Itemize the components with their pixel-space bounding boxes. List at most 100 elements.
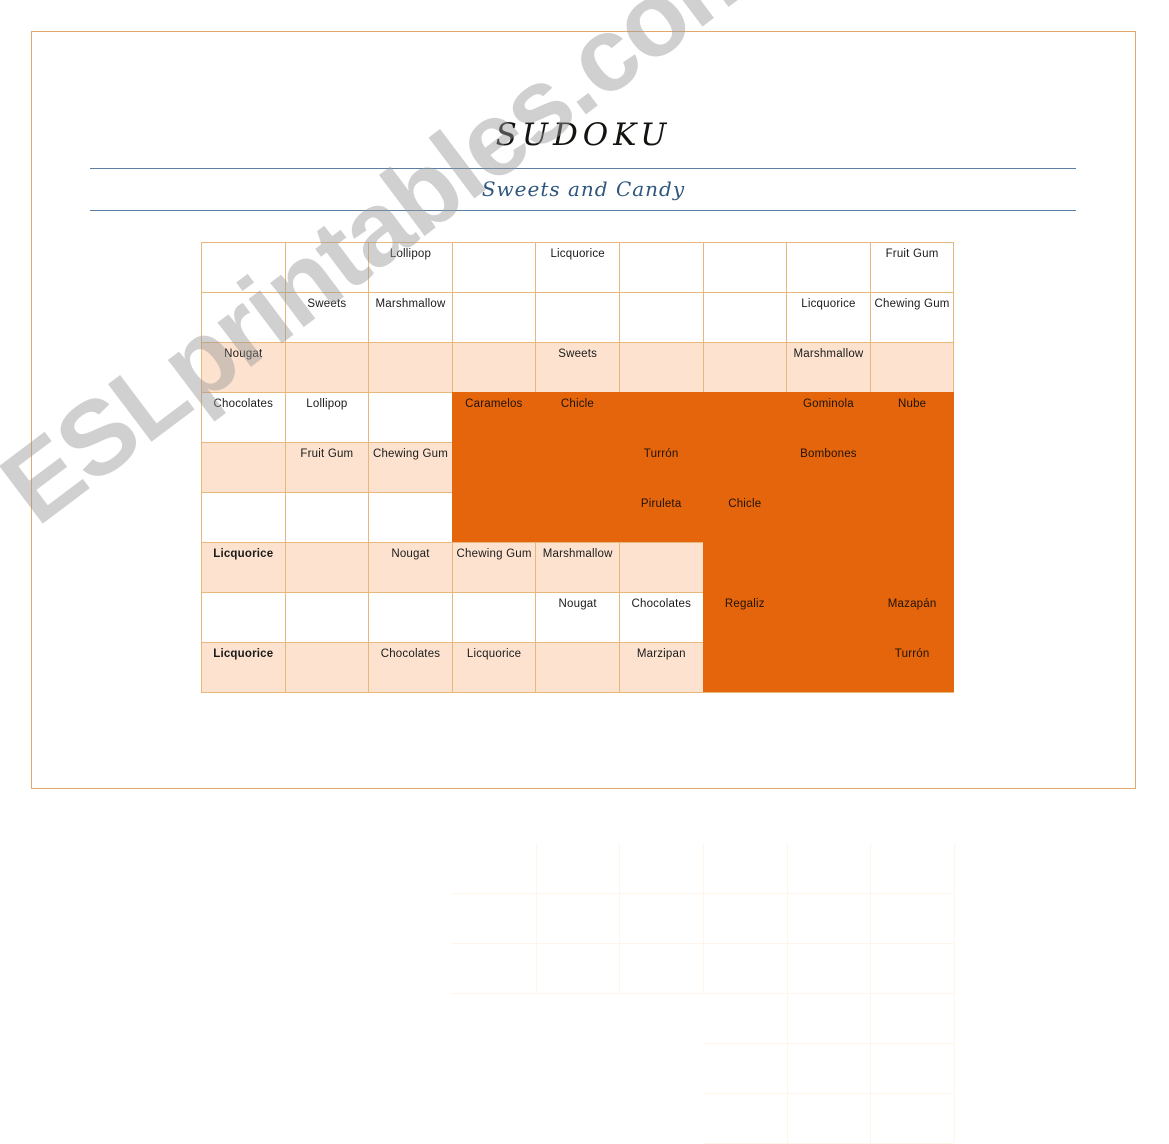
sudoku-cell[interactable]: Sweets bbox=[284, 292, 370, 343]
sudoku-cell[interactable]: Marshmallow bbox=[535, 542, 620, 593]
sudoku-cell[interactable] bbox=[786, 392, 871, 443]
sudoku-cell[interactable]: Chewing Gum bbox=[869, 292, 955, 343]
overlay-grid-line bbox=[954, 843, 955, 993]
sudoku-cell[interactable] bbox=[618, 292, 704, 343]
sudoku-cell[interactable] bbox=[786, 492, 871, 543]
page-title: SUDOKU bbox=[495, 117, 672, 153]
sudoku-cell[interactable]: Chewing Gum bbox=[368, 442, 453, 493]
sudoku-cell[interactable] bbox=[284, 592, 370, 643]
sudoku-cell[interactable] bbox=[201, 442, 286, 493]
sudoku-grid-body: Lollipop Licquorice Fruit Gum Sweets Marshma… bbox=[201, 242, 955, 693]
sudoku-cell[interactable] bbox=[368, 592, 453, 643]
sudoku-cell[interactable] bbox=[702, 442, 788, 493]
sudoku-cell[interactable] bbox=[284, 242, 370, 293]
sudoku-cell[interactable]: Nougat bbox=[535, 592, 620, 643]
sudoku-cell[interactable] bbox=[451, 392, 537, 443]
overlay-grid-line bbox=[870, 843, 872, 993]
title-block: SUDOKU bbox=[32, 32, 1135, 153]
sudoku-cell[interactable] bbox=[535, 642, 620, 693]
sudoku-cell[interactable]: Chocolates bbox=[618, 592, 704, 643]
sudoku-cell[interactable] bbox=[786, 242, 871, 293]
sudoku-cell[interactable] bbox=[702, 242, 788, 293]
sudoku-cell[interactable] bbox=[284, 342, 370, 393]
sudoku-cell[interactable] bbox=[451, 492, 537, 543]
sudoku-cell[interactable]: Lollipop bbox=[284, 392, 370, 443]
sudoku-cell[interactable] bbox=[535, 292, 620, 343]
overlay-grid-line bbox=[786, 993, 788, 1143]
sudoku-cell[interactable]: Licquorice bbox=[201, 642, 286, 693]
sudoku-cell[interactable]: Licquorice bbox=[786, 292, 871, 343]
sudoku-cell[interactable] bbox=[618, 242, 704, 293]
sudoku-cell[interactable] bbox=[368, 342, 453, 393]
overlay-grid-line bbox=[954, 993, 955, 1143]
sudoku-cell[interactable] bbox=[786, 592, 871, 643]
sudoku-cell[interactable]: Nougat bbox=[201, 342, 286, 393]
sudoku-cell[interactable] bbox=[869, 592, 955, 643]
sudoku-cell[interactable] bbox=[368, 392, 453, 443]
sudoku-cell[interactable] bbox=[451, 242, 537, 293]
sudoku-cell[interactable]: Marshmallow bbox=[368, 292, 453, 343]
sudoku-cell[interactable]: Licquorice bbox=[201, 542, 286, 593]
sudoku-cell[interactable] bbox=[869, 542, 955, 593]
sudoku-cell[interactable]: Fruit Gum bbox=[284, 442, 370, 493]
sudoku-grid[interactable]: Lollipop Licquorice Fruit Gum Sweets Marshma… bbox=[201, 242, 955, 693]
overlay-grid-line bbox=[452, 893, 954, 894]
sudoku-cell[interactable]: Marshmallow bbox=[786, 342, 871, 393]
sudoku-cell[interactable]: Sweets bbox=[535, 342, 620, 393]
sudoku-cell[interactable] bbox=[284, 642, 370, 693]
sudoku-row: Chocolates Lollipop bbox=[201, 392, 955, 443]
sudoku-cell[interactable] bbox=[869, 492, 955, 543]
sudoku-cell[interactable] bbox=[451, 442, 537, 493]
sudoku-cell[interactable] bbox=[786, 642, 871, 693]
sudoku-row bbox=[201, 492, 955, 543]
sudoku-cell[interactable] bbox=[535, 442, 620, 493]
sudoku-cell[interactable] bbox=[201, 492, 286, 543]
sudoku-row: Licquorice Nougat Chewing Gum Marshmallow bbox=[201, 542, 955, 593]
sudoku-cell[interactable] bbox=[786, 542, 871, 593]
sudoku-cell[interactable] bbox=[618, 542, 704, 593]
sudoku-cell[interactable]: Licquorice bbox=[535, 242, 620, 293]
sudoku-cell[interactable] bbox=[618, 392, 704, 443]
sudoku-cell[interactable] bbox=[201, 292, 286, 343]
sudoku-cell[interactable] bbox=[869, 342, 955, 393]
sudoku-cell[interactable] bbox=[869, 642, 955, 693]
sudoku-cell[interactable] bbox=[702, 492, 788, 543]
sudoku-cell[interactable] bbox=[702, 592, 788, 643]
sudoku-cell[interactable]: Nougat bbox=[368, 542, 453, 593]
sudoku-cell[interactable] bbox=[451, 292, 537, 343]
sudoku-row: Sweets Marshmallow Licquorice Chewing Gum bbox=[201, 292, 955, 343]
sudoku-cell[interactable]: Licquorice bbox=[451, 642, 537, 693]
sudoku-cell[interactable] bbox=[535, 492, 620, 543]
overlay-grid-line bbox=[703, 843, 704, 993]
sudoku-cell[interactable]: Lollipop bbox=[368, 242, 453, 293]
overlay-grid-line bbox=[535, 843, 537, 993]
sudoku-cell[interactable] bbox=[201, 592, 286, 643]
sudoku-cell[interactable] bbox=[786, 442, 871, 493]
sudoku-cell[interactable] bbox=[618, 442, 704, 493]
sudoku-cell[interactable] bbox=[702, 292, 788, 343]
sudoku-cell[interactable]: Chewing Gum bbox=[451, 542, 537, 593]
sudoku-cell[interactable]: Fruit Gum bbox=[869, 242, 955, 293]
sudoku-cell[interactable] bbox=[702, 392, 788, 443]
sudoku-cell[interactable] bbox=[368, 492, 453, 543]
sudoku-cell[interactable]: Chocolates bbox=[201, 392, 286, 443]
sudoku-cell[interactable] bbox=[451, 342, 537, 393]
sudoku-cell[interactable] bbox=[284, 542, 370, 593]
sudoku-cell[interactable] bbox=[618, 492, 704, 543]
sudoku-cell[interactable]: Chocolates bbox=[368, 642, 453, 693]
sudoku-cell[interactable] bbox=[869, 392, 955, 443]
overlay-grid-line bbox=[786, 843, 788, 993]
sudoku-cell[interactable] bbox=[535, 392, 620, 443]
sudoku-cell[interactable] bbox=[702, 642, 788, 693]
page-subtitle: Sweets and Candy bbox=[481, 177, 686, 201]
sudoku-cell[interactable] bbox=[618, 342, 704, 393]
sudoku-cell[interactable] bbox=[284, 492, 370, 543]
sudoku-cell[interactable]: Marzipan bbox=[618, 642, 704, 693]
sudoku-row: Nougat Chocolates bbox=[201, 592, 955, 643]
sudoku-cell[interactable] bbox=[702, 342, 788, 393]
sudoku-cell[interactable] bbox=[451, 592, 537, 643]
sudoku-cell[interactable] bbox=[702, 542, 788, 593]
sudoku-row: Licquorice Chocolates Licquorice Marzipan bbox=[201, 642, 955, 693]
sudoku-cell[interactable] bbox=[869, 442, 955, 493]
sudoku-cell[interactable] bbox=[201, 242, 286, 293]
